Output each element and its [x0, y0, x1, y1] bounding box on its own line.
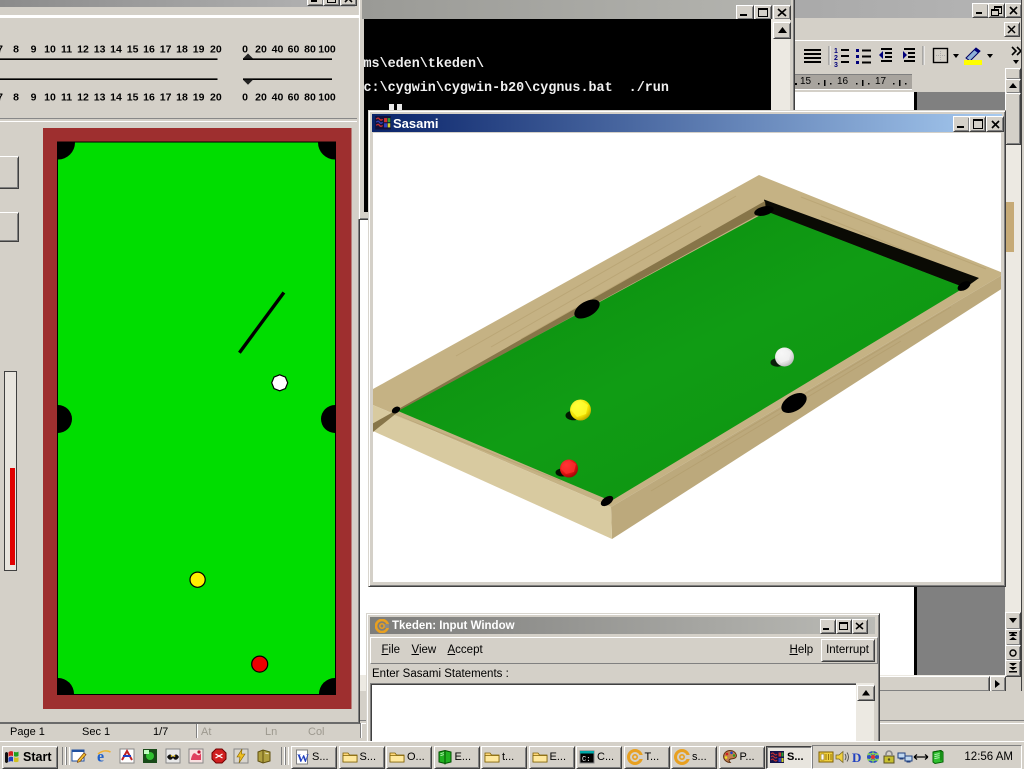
svg-text:9: 9	[31, 92, 37, 104]
svg-text:11: 11	[61, 43, 72, 55]
svg-text:80: 80	[304, 92, 316, 104]
svg-text:18: 18	[176, 92, 188, 104]
svg-text:10: 10	[44, 92, 56, 104]
svg-text:20: 20	[210, 43, 222, 55]
svg-text:12: 12	[77, 43, 89, 55]
svg-text:15: 15	[127, 43, 139, 55]
svg-text:9: 9	[31, 43, 37, 55]
svg-text:11: 11	[61, 92, 72, 104]
svg-text:40: 40	[272, 43, 284, 55]
svg-text:17: 17	[160, 43, 172, 55]
svg-text:14: 14	[110, 43, 122, 55]
svg-text:20: 20	[210, 92, 222, 104]
svg-text:17: 17	[160, 92, 172, 104]
svg-text:16: 16	[143, 43, 155, 55]
svg-text:2: 2	[834, 55, 838, 62]
svg-text:20: 20	[255, 43, 267, 55]
svg-text:D: D	[852, 750, 861, 765]
svg-text:19: 19	[193, 92, 205, 104]
svg-text:18: 18	[176, 43, 188, 55]
svg-text:19: 19	[193, 43, 205, 55]
svg-text:1: 1	[834, 48, 838, 55]
svg-text:8: 8	[13, 43, 19, 55]
svg-text:0: 0	[242, 43, 248, 55]
svg-text:C:: C:	[582, 756, 590, 764]
svg-text:13: 13	[94, 43, 106, 55]
svg-text:7: 7	[0, 92, 3, 104]
svg-text:0: 0	[242, 92, 248, 104]
svg-text:16: 16	[143, 92, 155, 104]
svg-text:3: 3	[834, 62, 838, 69]
svg-text:10: 10	[44, 43, 56, 55]
svg-text:7: 7	[0, 43, 3, 55]
svg-text:13: 13	[94, 92, 106, 104]
svg-text:40: 40	[272, 92, 284, 104]
svg-text:100: 100	[318, 43, 336, 55]
svg-text:14: 14	[110, 92, 122, 104]
svg-text:60: 60	[288, 92, 300, 104]
svg-text:20: 20	[255, 92, 267, 104]
svg-text:12: 12	[77, 92, 89, 104]
svg-text:80: 80	[304, 43, 316, 55]
svg-text:60: 60	[288, 43, 300, 55]
svg-text:8: 8	[13, 92, 19, 104]
svg-text:100: 100	[318, 92, 336, 104]
svg-text:W: W	[297, 751, 309, 765]
svg-text:15: 15	[127, 92, 139, 104]
